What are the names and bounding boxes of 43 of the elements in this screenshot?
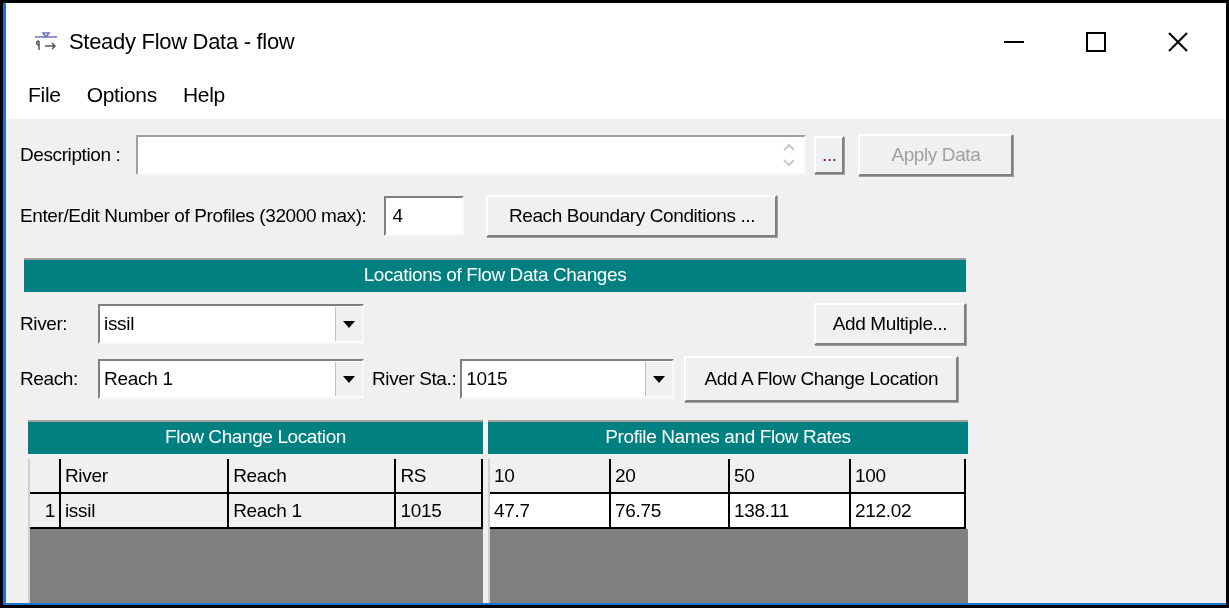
section-header: Locations of Flow Data Changes bbox=[24, 258, 966, 292]
description-label: Description : bbox=[20, 144, 121, 166]
profiles-input[interactable]: 4 bbox=[384, 196, 465, 236]
reach-dropdown[interactable]: Reach 1 bbox=[98, 359, 364, 399]
column-header: 20 bbox=[611, 459, 730, 494]
table-cell[interactable]: 138.11 bbox=[730, 494, 851, 529]
dropdown-arrow-icon bbox=[653, 375, 666, 383]
table-cell[interactable]: 76.75 bbox=[611, 494, 730, 529]
column-header: 10 bbox=[490, 459, 611, 494]
description-field[interactable] bbox=[136, 135, 807, 175]
close-icon[interactable] bbox=[1168, 32, 1188, 52]
river-station-dropdown[interactable]: 1015 bbox=[460, 359, 675, 399]
column-group-header: Profile Names and Flow Rates bbox=[488, 420, 968, 454]
menu-item[interactable]: File bbox=[28, 83, 61, 107]
table-cell[interactable]: 47.7 bbox=[490, 494, 611, 529]
column-header: 50 bbox=[730, 459, 851, 494]
table-cell[interactable]: 212.02 bbox=[851, 494, 966, 529]
menu-item[interactable]: Options bbox=[86, 83, 157, 107]
river-station-label: River Sta.: bbox=[372, 368, 457, 390]
row-number: 1 bbox=[30, 494, 61, 529]
table-cell: issil bbox=[60, 494, 230, 529]
column-group-header: Flow Change Location bbox=[28, 420, 483, 454]
column-header: 100 bbox=[851, 459, 966, 494]
table-cell: Reach 1 bbox=[229, 494, 397, 529]
profiles-label: Enter/Edit Number of Profiles (32000 max): bbox=[20, 205, 367, 227]
add-flow-change-location-button[interactable]: Add A Flow Change Location bbox=[684, 356, 959, 402]
column-header: Reach bbox=[229, 459, 397, 494]
dropdown-arrow-icon bbox=[343, 320, 355, 328]
reach-boundary-conditions-button[interactable]: Reach Boundary Conditions ... bbox=[486, 195, 778, 237]
menu-item[interactable]: Help bbox=[182, 83, 225, 107]
dropdown-arrow-icon bbox=[343, 375, 355, 383]
river-dropdown[interactable]: issil bbox=[98, 304, 364, 344]
corner-cell bbox=[30, 459, 61, 494]
column-header: RS bbox=[396, 459, 483, 494]
reach-label: Reach: bbox=[20, 368, 79, 390]
minimize-icon[interactable] bbox=[1004, 40, 1024, 44]
window-title: Steady Flow Data - flow bbox=[69, 29, 295, 55]
add-multiple-button[interactable]: Add Multiple... bbox=[814, 303, 966, 345]
table-cell: 1015 bbox=[396, 494, 483, 529]
river-label: River: bbox=[20, 313, 69, 335]
browse-button[interactable]: ... bbox=[814, 136, 845, 174]
column-header: River bbox=[60, 459, 230, 494]
maximize-icon[interactable] bbox=[1086, 32, 1106, 52]
